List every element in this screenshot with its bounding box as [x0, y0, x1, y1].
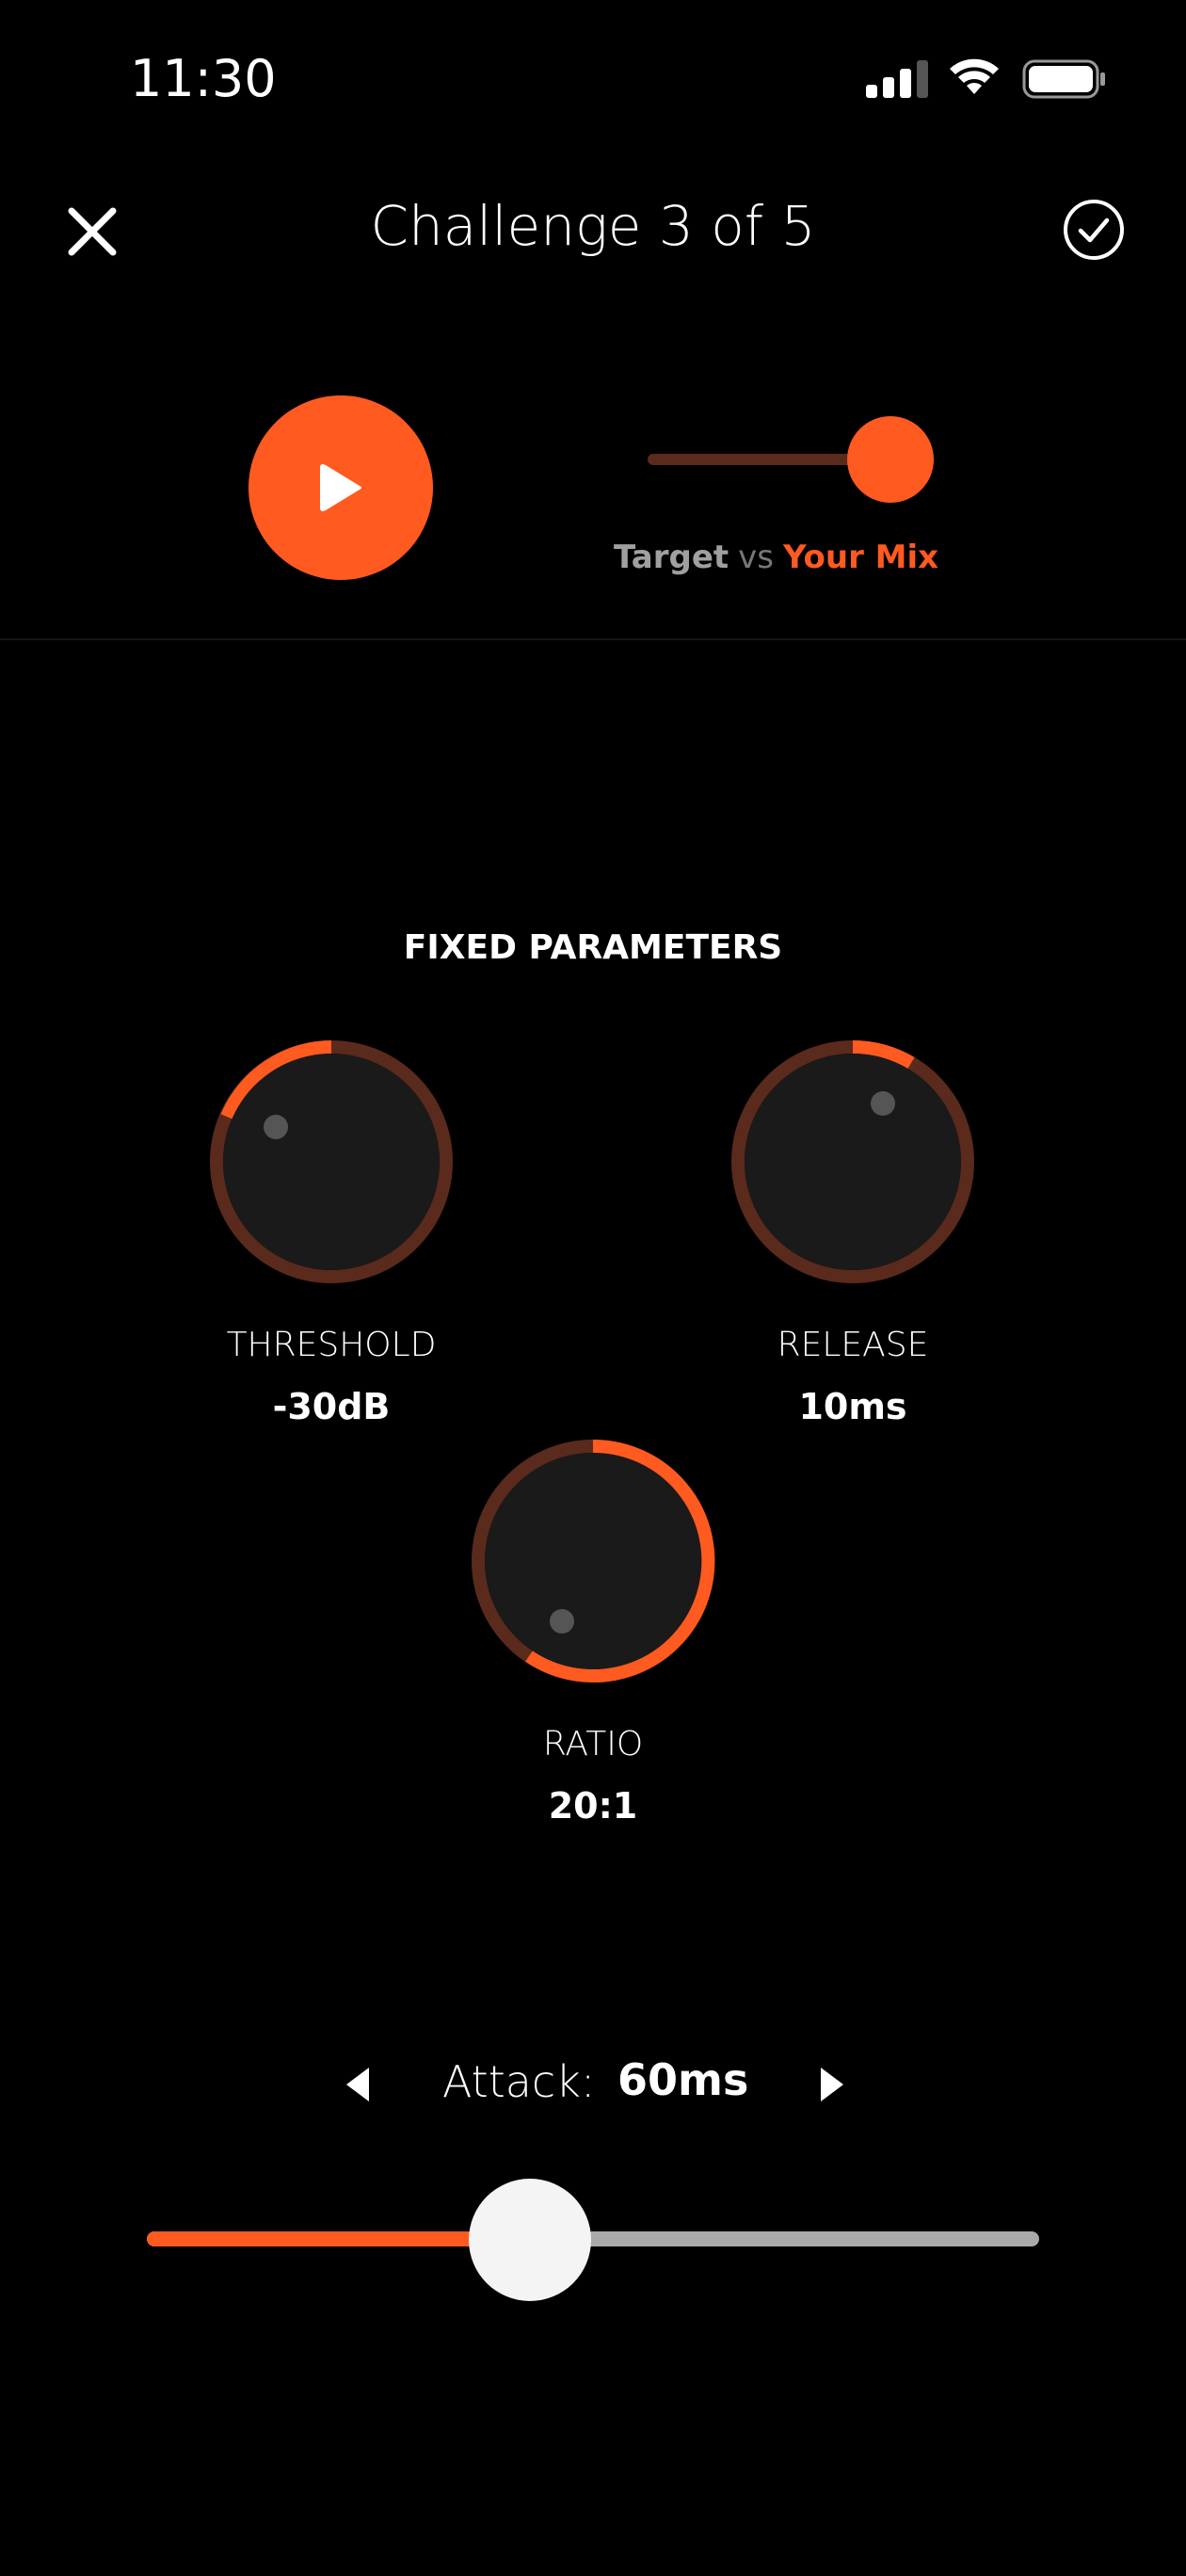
threshold-value: -30dB — [272, 1386, 391, 1427]
divider — [0, 638, 1186, 640]
status-time: 11:30 — [130, 49, 277, 108]
ratio-value: 20:1 — [548, 1785, 638, 1827]
release-value: 10ms — [798, 1386, 907, 1427]
attack-value: 60ms — [617, 2054, 749, 2105]
vs-label: vs — [738, 539, 775, 576]
target-label: Target — [614, 539, 729, 576]
ab-toggle-label: Target vs Your Mix — [614, 539, 938, 576]
play-button[interactable] — [248, 395, 433, 580]
release-knob[interactable] — [729, 1038, 977, 1286]
attack-slider-thumb[interactable] — [469, 2179, 591, 2301]
wifi-icon — [950, 58, 999, 94]
attack-label: Attack: — [442, 2056, 596, 2107]
ratio-label: RATIO — [542, 1725, 644, 1763]
ab-toggle-knob[interactable] — [847, 416, 934, 503]
play-icon — [320, 464, 361, 511]
chevron-right-icon[interactable] — [802, 2056, 858, 2113]
threshold-label: THRESHOLD — [226, 1326, 437, 1364]
chevron-left-icon[interactable] — [331, 2056, 388, 2113]
threshold-knob[interactable] — [207, 1038, 456, 1286]
ratio-knob[interactable] — [469, 1437, 717, 1685]
cellular-signal-icon — [866, 58, 928, 98]
your-mix-label: Your Mix — [783, 539, 939, 576]
section-title: FIXED PARAMETERS — [403, 928, 783, 967]
page-title: Challenge 3 of 5 — [370, 194, 816, 258]
release-label: RELEASE — [777, 1326, 929, 1364]
checkmark-circle-icon[interactable] — [1062, 198, 1126, 262]
battery-icon — [1022, 59, 1105, 99]
